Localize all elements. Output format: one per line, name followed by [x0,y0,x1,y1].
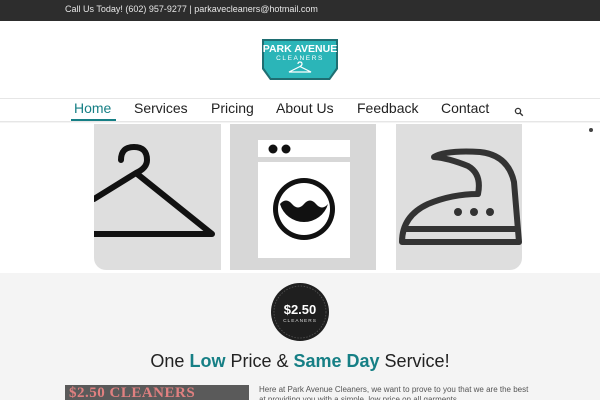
main-nav: Home Services Pricing About Us Feedback … [0,98,600,122]
nav-about-us[interactable]: About Us [276,100,334,116]
hanger-icon [94,144,215,237]
headline-part3: Service! [379,351,450,371]
headline-part1: One [150,351,190,371]
nav-pricing[interactable]: Pricing [211,100,254,116]
logo-line1: PARK AVENUE [263,43,337,55]
logo-line2: CLEANERS [276,55,324,62]
nav-active-indicator [71,119,116,121]
nav-contact[interactable]: Contact [441,100,489,116]
side-nav-dot[interactable] [589,128,593,132]
badge-label: CLEANERS [283,318,317,324]
storefront-sign: $2.50 CLEANERS [69,385,196,400]
badge-price: $2.50 [284,302,317,317]
slide-panel-iron [396,124,522,270]
headline-highlight-same-day: Same Day [293,351,380,371]
nav-services[interactable]: Services [134,100,188,116]
intro-paragraph: Here at Park Avenue Cleaners, we want to… [259,385,529,400]
contact-info: Call Us Today! (602) 957-9277 | parkavec… [65,4,318,14]
page-headline: One Low Price & Same Day Service! [0,351,600,372]
site-header: PARK AVENUE CLEANERS [0,21,600,98]
slide-panel-hanger [94,124,221,270]
hero-slider: › ‖ [0,123,600,273]
storefront-photo: $2.50 CLEANERS [65,385,249,400]
slide-panel-washer: › ‖ [230,124,376,270]
park-avenue-logo[interactable]: PARK AVENUE CLEANERS [259,38,341,81]
nav-feedback[interactable]: Feedback [357,100,418,116]
nav-home[interactable]: Home [74,100,111,116]
top-bar: Call Us Today! (602) 957-9277 | parkavec… [0,0,600,21]
search-icon[interactable] [514,107,524,117]
headline-part2: Price & [225,351,294,371]
iron-icon [399,148,522,245]
washing-machine-icon [258,140,350,258]
price-badge: $2.50 CLEANERS [271,283,329,341]
headline-highlight-low: Low [189,351,226,371]
